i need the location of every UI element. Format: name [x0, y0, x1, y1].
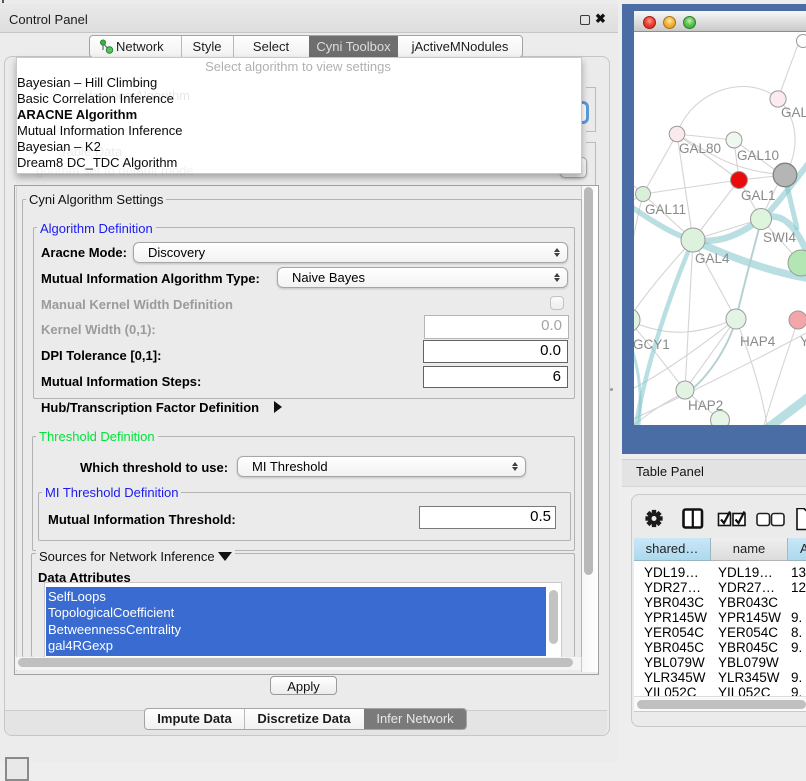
svg-text:GAL10: GAL10	[737, 148, 779, 163]
svg-text:HAP2: HAP2	[688, 398, 723, 413]
svg-text:GAL2: GAL2	[781, 105, 806, 120]
svg-text:GAL11: GAL11	[645, 202, 686, 217]
svg-text:SWI4: SWI4	[763, 230, 796, 245]
svg-text:GAL1: GAL1	[741, 188, 776, 203]
svg-text:HAP4: HAP4	[740, 334, 776, 349]
svg-text:Y: Y	[800, 334, 806, 349]
svg-text:GAL4: GAL4	[695, 251, 730, 266]
svg-text:GCY1: GCY1	[634, 337, 670, 352]
svg-text:GAL80: GAL80	[679, 141, 721, 156]
